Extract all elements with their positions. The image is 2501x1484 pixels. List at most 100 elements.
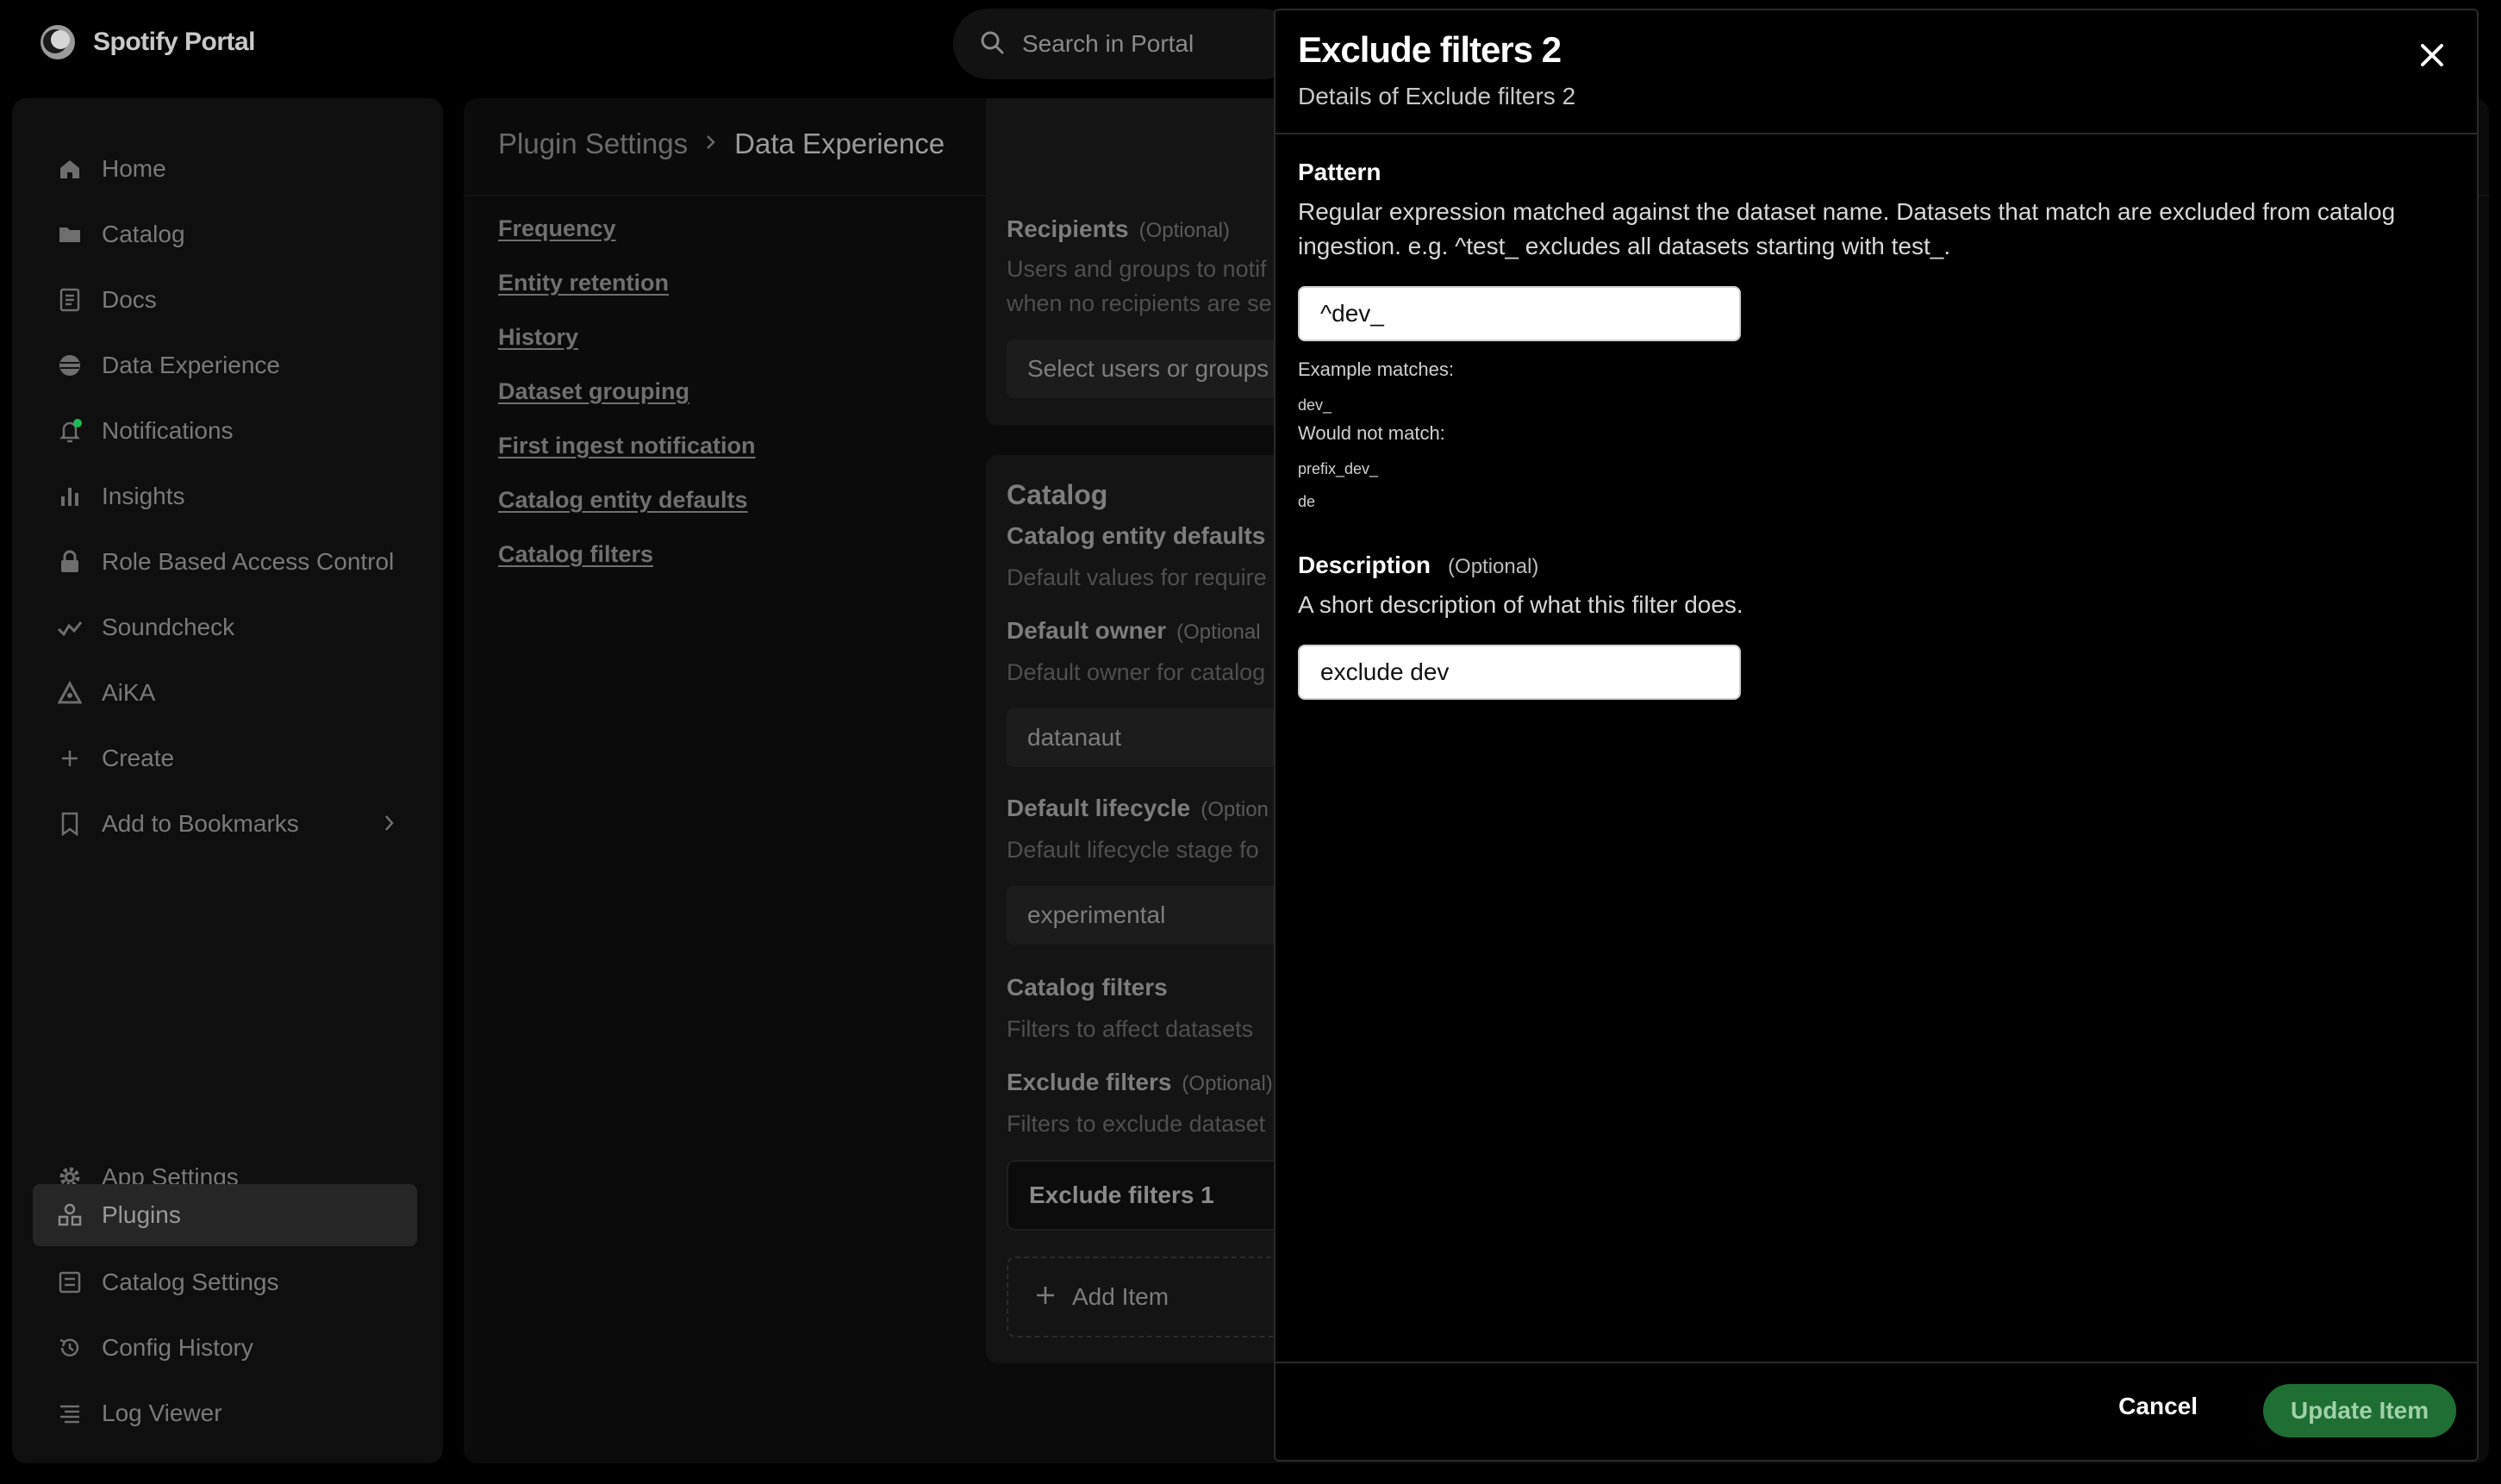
search-placeholder: Search in Portal — [1022, 30, 1194, 57]
sidebar-item-label: Plugins — [102, 1201, 181, 1228]
description-input[interactable] — [1298, 645, 1741, 700]
sidebar-item-label: Home — [102, 155, 166, 182]
toc-link-catalog-filters[interactable]: Catalog filters — [498, 527, 756, 582]
optional-tag: (Optional) — [1138, 219, 1230, 242]
add-item-label: Add Item — [1072, 1283, 1169, 1310]
spotify-logo-icon — [38, 22, 78, 62]
app-name: Spotify Portal — [93, 28, 256, 56]
bookmark-icon — [57, 811, 83, 837]
sidebar-item-label: Role Based Access Control — [102, 548, 395, 575]
sidebar-item-soundcheck[interactable]: Soundcheck — [33, 596, 417, 658]
exclude-filters-desc: Filters to exclude dataset — [1007, 1111, 1266, 1137]
sidebar-item-label: Create — [102, 745, 175, 771]
optional-tag: (Option — [1201, 798, 1269, 821]
plus-icon — [1034, 1284, 1057, 1311]
drawer-header: Exclude filters 2 Details of Exclude fil… — [1275, 10, 2477, 134]
sidebar-item-label: Docs — [102, 286, 157, 313]
sidebar-item-create[interactable]: Create — [33, 727, 417, 789]
recipients-label: Recipients — [1007, 215, 1129, 242]
default-lifecycle-label: Default lifecycle — [1007, 795, 1191, 821]
recipients-heading: Recipients (Optional) — [1007, 215, 1230, 243]
catalog-settings-icon — [57, 1269, 83, 1295]
sidebar-item-docs[interactable]: Docs — [33, 269, 417, 331]
sidebar-item-label: Catalog Settings — [102, 1269, 279, 1295]
pattern-input[interactable] — [1298, 286, 1741, 341]
sidebar-item-data-experience[interactable]: Data Experience — [33, 334, 417, 396]
sidebar: Home Catalog Docs Data Experience Notifi… — [12, 98, 443, 1463]
toc-link-history[interactable]: History — [498, 310, 756, 365]
toc-link-entity-retention[interactable]: Entity retention — [498, 256, 756, 310]
folder-icon — [57, 221, 83, 247]
default-lifecycle-desc: Default lifecycle stage fo — [1007, 837, 1259, 863]
breadcrumb-parent[interactable]: Plugin Settings — [498, 128, 688, 160]
catalog-filters-desc: Filters to affect datasets — [1007, 1016, 1254, 1042]
exclude-filters-heading: Exclude filters (Optional) — [1007, 1069, 1273, 1096]
plus-icon — [57, 745, 83, 771]
chevron-right-icon — [705, 133, 717, 156]
sidebar-item-catalog[interactable]: Catalog — [33, 203, 417, 265]
cancel-button[interactable]: Cancel — [2118, 1393, 2198, 1420]
toc-link-catalog-entity-defaults[interactable]: Catalog entity defaults — [498, 473, 756, 527]
default-owner-label: Default owner — [1007, 617, 1167, 644]
sidebar-item-label: Config History — [102, 1334, 253, 1361]
search-input[interactable]: Search in Portal — [953, 9, 1298, 79]
sidebar-item-label: Log Viewer — [102, 1400, 222, 1426]
sidebar-item-catalog-settings[interactable]: Catalog Settings — [33, 1251, 417, 1313]
toc-link-first-ingest-notification[interactable]: First ingest notification — [498, 419, 756, 473]
sidebar-item-config-history[interactable]: Config History — [33, 1317, 417, 1379]
triangle-icon — [57, 680, 83, 706]
recipients-desc: when no recipients are se — [1007, 290, 1272, 316]
sidebar-item-label: AiKA — [102, 679, 156, 706]
exclude-filter-drawer: Exclude filters 2 Details of Exclude fil… — [1274, 9, 2479, 1462]
sidebar-item-insights[interactable]: Insights — [33, 465, 417, 527]
pattern-label: Pattern — [1298, 159, 1381, 185]
drawer-title: Exclude filters 2 — [1298, 29, 1562, 70]
sidebar-item-add-to-bookmarks[interactable]: Add to Bookmarks — [33, 793, 417, 855]
update-item-button[interactable]: Update Item — [2263, 1384, 2456, 1437]
optional-tag: (Optional) — [1448, 555, 1539, 578]
example-matches-label: Example matches: — [1298, 359, 1454, 380]
app-logo[interactable]: Spotify Portal — [38, 22, 256, 62]
description-heading: Description (Optional) — [1298, 552, 1538, 579]
sidebar-item-plugins[interactable]: Plugins — [33, 1184, 417, 1246]
search-icon — [979, 29, 1005, 59]
sidebar-item-label: Catalog — [102, 221, 185, 247]
recipients-desc: Users and groups to notif — [1007, 256, 1267, 282]
toc-link-dataset-grouping[interactable]: Dataset grouping — [498, 365, 756, 419]
log-icon — [57, 1400, 83, 1426]
sidebar-item-log-viewer[interactable]: Log Viewer — [33, 1382, 417, 1444]
breadcrumb-current: Data Experience — [734, 128, 945, 159]
table-of-contents: Frequency Entity retention History Datas… — [498, 202, 756, 582]
bar-chart-icon — [57, 483, 83, 509]
plugins-icon — [57, 1202, 83, 1228]
pattern-description: Regular expression matched against the d… — [1298, 198, 2396, 259]
database-icon — [57, 352, 83, 378]
optional-tag: (Optional) — [1182, 1072, 1273, 1095]
sidebar-item-label: Data Experience — [102, 352, 281, 378]
sidebar-item-rbac[interactable]: Role Based Access Control — [33, 531, 417, 593]
example-match-item: dev_ — [1298, 396, 1332, 414]
default-lifecycle-heading: Default lifecycle (Option — [1007, 795, 1269, 822]
bell-icon — [57, 418, 83, 444]
optional-tag: (Optional — [1176, 620, 1261, 644]
description-label: Description — [1298, 552, 1431, 578]
docs-icon — [57, 287, 83, 313]
default-owner-desc: Default owner for catalog — [1007, 659, 1266, 685]
sidebar-item-home[interactable]: Home — [33, 138, 417, 200]
drawer-subtitle: Details of Exclude filters 2 — [1298, 83, 1576, 109]
sidebar-item-label: Insights — [102, 483, 185, 509]
toc-link-frequency[interactable]: Frequency — [498, 202, 756, 256]
breadcrumb: Plugin Settings Data Experience — [498, 128, 945, 160]
sidebar-item-label: Soundcheck — [102, 614, 235, 640]
sidebar-item-notifications[interactable]: Notifications — [33, 400, 417, 462]
history-icon — [57, 1335, 83, 1361]
default-owner-heading: Default owner (Optional — [1007, 617, 1261, 645]
sidebar-item-aika[interactable]: AiKA — [33, 662, 417, 724]
sidebar-item-label: Add to Bookmarks — [102, 810, 299, 837]
catalog-title: Catalog — [1007, 479, 1108, 510]
chevron-right-icon — [383, 812, 396, 839]
exclude-filters-label: Exclude filters — [1007, 1069, 1172, 1095]
close-button[interactable] — [2415, 38, 2449, 72]
check-wave-icon — [57, 614, 83, 640]
close-icon — [2421, 44, 2443, 66]
